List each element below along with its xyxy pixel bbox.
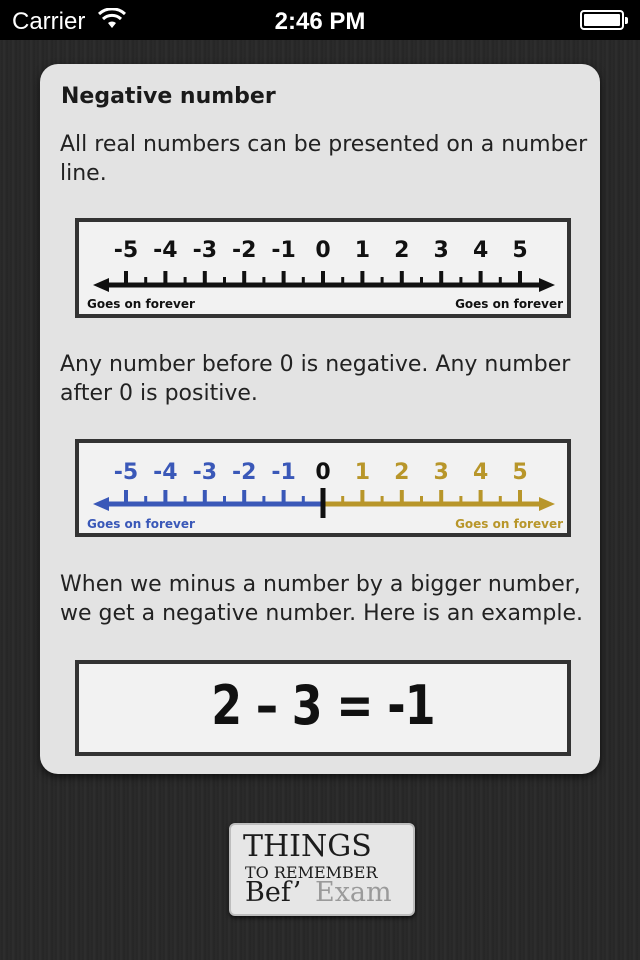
tick-label: 4 [473, 238, 488, 263]
major-tick [242, 490, 247, 504]
sign-paragraph: Any number before 0 is negative. Any num… [60, 352, 571, 406]
minor-tick [498, 277, 502, 285]
tick-label: -2 [232, 460, 256, 485]
app-logo[interactable]: THINGS TO REMEMBER Bef’ Exam [229, 823, 415, 916]
major-tick [439, 490, 444, 504]
major-tick [202, 490, 207, 504]
logo-line-bef: Bef’ [245, 877, 302, 908]
major-tick [320, 488, 326, 518]
tick-label: -1 [271, 238, 295, 263]
tick-label: 3 [434, 460, 449, 485]
minor-tick [223, 277, 226, 285]
arrow-right-icon [539, 497, 555, 511]
equation: 2 – 3 = -1 [211, 674, 435, 737]
tick-label: 0 [315, 238, 330, 263]
status-bar: Carrier 2:46 PM [0, 0, 640, 40]
major-tick [399, 490, 404, 504]
major-tick [124, 271, 128, 285]
logo-line-exam: Exam [315, 877, 392, 908]
number-line-colored: -5 -4 -3 -2 -1 0 1 2 3 4 5 Goes on forever Goes on f… [75, 439, 571, 537]
caption-left: Goes on forever [87, 297, 195, 311]
minor-tick [498, 496, 502, 504]
number-line-plain-graphic: -5 -4 -3 -2 -1 0 1 2 3 4 5 Goes on forever Goes on f… [87, 238, 563, 311]
tick-label: -3 [193, 460, 217, 485]
tick-label: 1 [355, 238, 370, 263]
minor-tick [420, 277, 423, 285]
tick-label: 4 [473, 460, 488, 485]
minor-tick [223, 496, 226, 504]
card-title: Negative number [61, 84, 276, 109]
tick-label: 1 [355, 460, 370, 485]
tick-label: 5 [512, 238, 527, 263]
major-tick [281, 271, 286, 285]
major-tick [281, 490, 286, 504]
arrow-left-icon [93, 497, 109, 511]
minor-tick [262, 496, 266, 504]
minor-tick [183, 277, 187, 285]
caption-right: Goes on forever [455, 297, 563, 311]
major-tick [321, 271, 325, 285]
major-tick [242, 271, 247, 285]
tick-label: -2 [232, 238, 256, 263]
minor-tick [183, 496, 187, 504]
tick-label: -4 [153, 460, 177, 485]
tick-label: 0 [315, 460, 330, 485]
major-tick [163, 271, 168, 285]
minor-tick [341, 277, 345, 285]
major-tick [163, 490, 168, 504]
minor-tick [301, 277, 305, 285]
tick-label: 2 [394, 460, 409, 485]
tick-label: -4 [153, 238, 177, 263]
example-paragraph: When we minus a number by a bigger numbe… [60, 572, 583, 626]
major-tick [124, 490, 128, 504]
minor-tick [420, 496, 423, 504]
major-tick [478, 271, 483, 285]
minor-tick [301, 496, 305, 504]
tick-label: -5 [114, 460, 138, 485]
minor-tick [144, 496, 148, 504]
major-tick [478, 490, 483, 504]
minor-tick [144, 277, 148, 285]
content-card: Negative number All real numbers can be … [40, 64, 600, 774]
minor-tick [380, 277, 384, 285]
number-line-plain: -5 -4 -3 -2 -1 0 1 2 3 4 5 Goes on forever Goes on f… [75, 218, 571, 318]
tick-label: -3 [193, 238, 217, 263]
major-tick [360, 490, 365, 504]
tick-label: 5 [512, 460, 527, 485]
tick-label: 3 [434, 238, 449, 263]
tick-label: -1 [271, 460, 295, 485]
clock: 2:46 PM [274, 8, 366, 35]
major-tick [202, 271, 207, 285]
minor-tick [459, 496, 463, 504]
major-tick [399, 271, 404, 285]
minor-tick [262, 277, 266, 285]
major-tick [518, 271, 522, 285]
tick-label: 2 [394, 238, 409, 263]
arrow-right-icon [539, 278, 555, 292]
battery-icon [580, 10, 628, 30]
tick-label: -5 [114, 238, 138, 263]
minor-tick [341, 496, 345, 504]
minor-tick [459, 277, 463, 285]
logo-line-things: THINGS [243, 829, 372, 864]
intro-paragraph: All real numbers can be presented on a n… [60, 132, 588, 186]
equation-box: 2 – 3 = -1 [75, 660, 571, 756]
major-tick [360, 271, 365, 285]
number-line-colored-graphic: -5 -4 -3 -2 -1 0 1 2 3 4 5 Goes on forever Goes on f… [87, 460, 563, 531]
caption-left: Goes on forever [87, 517, 195, 531]
minor-tick [380, 496, 384, 504]
caption-right: Goes on forever [455, 517, 563, 531]
arrow-left-icon [93, 278, 109, 292]
major-tick [518, 490, 522, 504]
major-tick [439, 271, 444, 285]
